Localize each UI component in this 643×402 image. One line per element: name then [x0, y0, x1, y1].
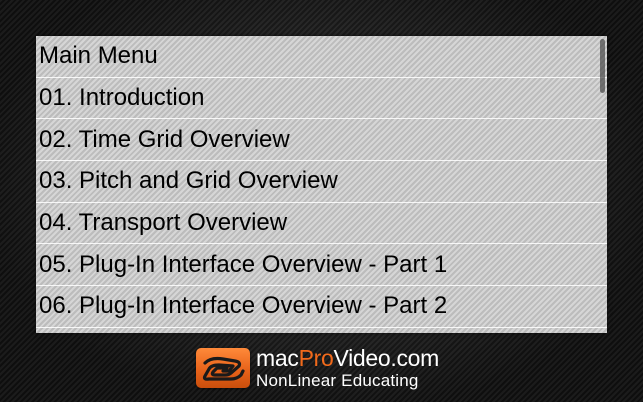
lesson-item-02[interactable]: 02. Time Grid Overview [36, 119, 607, 162]
brand-tagline: NonLinear Educating [256, 371, 419, 390]
scrollbar-thumb[interactable] [600, 39, 605, 93]
macprovideo-logo-icon [196, 348, 250, 388]
lesson-item-03[interactable]: 03. Pitch and Grid Overview [36, 161, 607, 203]
brand-prefix: mac [256, 345, 299, 371]
logo-swoosh-icon [202, 356, 245, 381]
brand-logo: macProVideo.com NonLinear Educating [196, 346, 439, 390]
lesson-item-05[interactable]: 05. Plug-In Interface Overview - Part 1 [36, 244, 607, 287]
lesson-list: Main Menu 01. Introduction 02. Time Grid… [36, 36, 607, 328]
lesson-item-01[interactable]: 01. Introduction [36, 78, 607, 120]
lesson-list-panel: Main Menu 01. Introduction 02. Time Grid… [36, 36, 607, 333]
brand-suffix: Video.com [333, 345, 440, 371]
lesson-item-06[interactable]: 06. Plug-In Interface Overview - Part 2 [36, 286, 607, 328]
main-menu-item[interactable]: Main Menu [36, 36, 607, 78]
brand-accent: Pro [298, 345, 334, 371]
brand-text: macProVideo.com NonLinear Educating [256, 347, 439, 390]
lesson-item-04[interactable]: 04. Transport Overview [36, 203, 607, 245]
brand-name: macProVideo.com [256, 347, 439, 370]
